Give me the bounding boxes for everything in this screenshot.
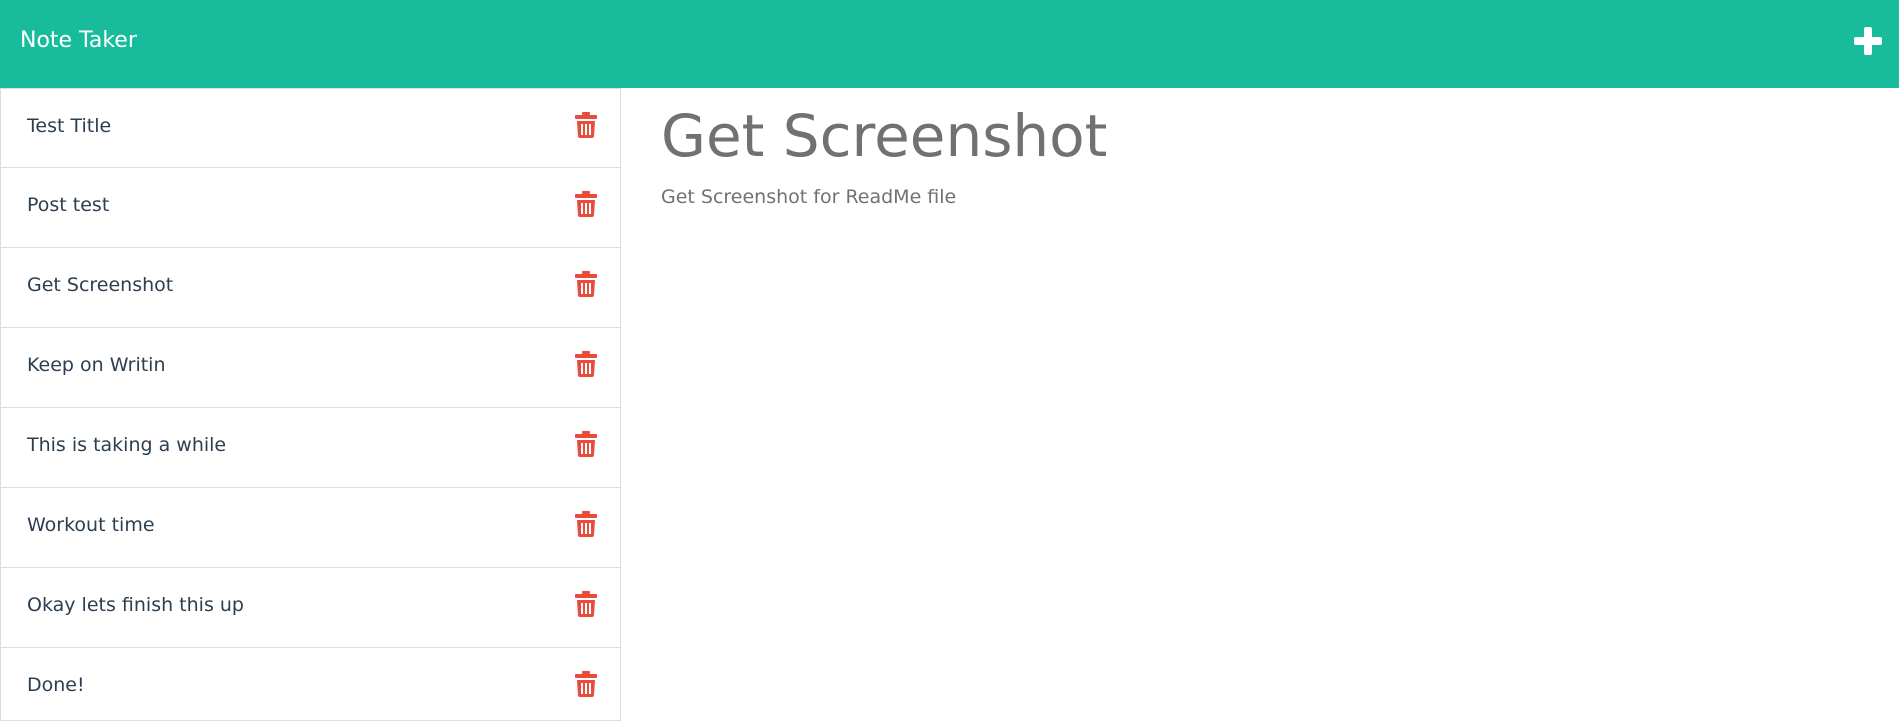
trash-icon <box>575 591 597 617</box>
note-list-item-title: Workout time <box>27 514 155 536</box>
note-list-item[interactable]: Post test <box>0 168 621 248</box>
delete-note-button[interactable] <box>575 591 597 617</box>
app-title-link[interactable]: Note Taker <box>20 28 137 53</box>
note-title-input[interactable]: Get Screenshot <box>661 102 1107 170</box>
note-list-item[interactable]: Workout time <box>0 488 621 568</box>
note-list-item-title: Test Title <box>27 115 112 137</box>
trash-icon <box>575 351 597 377</box>
note-list-item[interactable]: Done! <box>0 648 621 721</box>
delete-note-button[interactable] <box>575 431 597 457</box>
plus-icon <box>1854 27 1882 55</box>
note-list-item[interactable]: Keep on Writin <box>0 328 621 408</box>
delete-note-button[interactable] <box>575 271 597 297</box>
note-editor: Get Screenshot Get Screenshot for ReadMe… <box>621 88 1899 721</box>
note-list: Test Title Post test Get Screenshot Keep… <box>0 88 621 721</box>
note-list-item-title: Keep on Writin <box>27 354 166 376</box>
trash-icon <box>575 671 597 697</box>
note-list-item-title: Post test <box>27 194 110 216</box>
note-list-item-title: This is taking a while <box>27 434 227 456</box>
trash-icon <box>575 191 597 217</box>
note-list-item-title: Done! <box>27 674 85 696</box>
note-list-item-title: Okay lets finish this up <box>27 594 244 616</box>
note-text-area[interactable]: Get Screenshot for ReadMe file <box>661 186 956 208</box>
delete-note-button[interactable] <box>575 112 597 138</box>
note-list-item-title: Get Screenshot <box>27 274 174 296</box>
note-list-item[interactable]: Get Screenshot <box>0 248 621 328</box>
note-list-item[interactable]: This is taking a while <box>0 408 621 488</box>
navbar: Note Taker <box>0 0 1899 88</box>
new-note-button[interactable] <box>1853 26 1883 56</box>
delete-note-button[interactable] <box>575 191 597 217</box>
delete-note-button[interactable] <box>575 671 597 697</box>
note-list-item[interactable]: Test Title <box>0 88 621 168</box>
trash-icon <box>575 271 597 297</box>
delete-note-button[interactable] <box>575 511 597 537</box>
trash-icon <box>575 431 597 457</box>
note-list-item[interactable]: Okay lets finish this up <box>0 568 621 648</box>
trash-icon <box>575 511 597 537</box>
delete-note-button[interactable] <box>575 351 597 377</box>
trash-icon <box>575 112 597 138</box>
